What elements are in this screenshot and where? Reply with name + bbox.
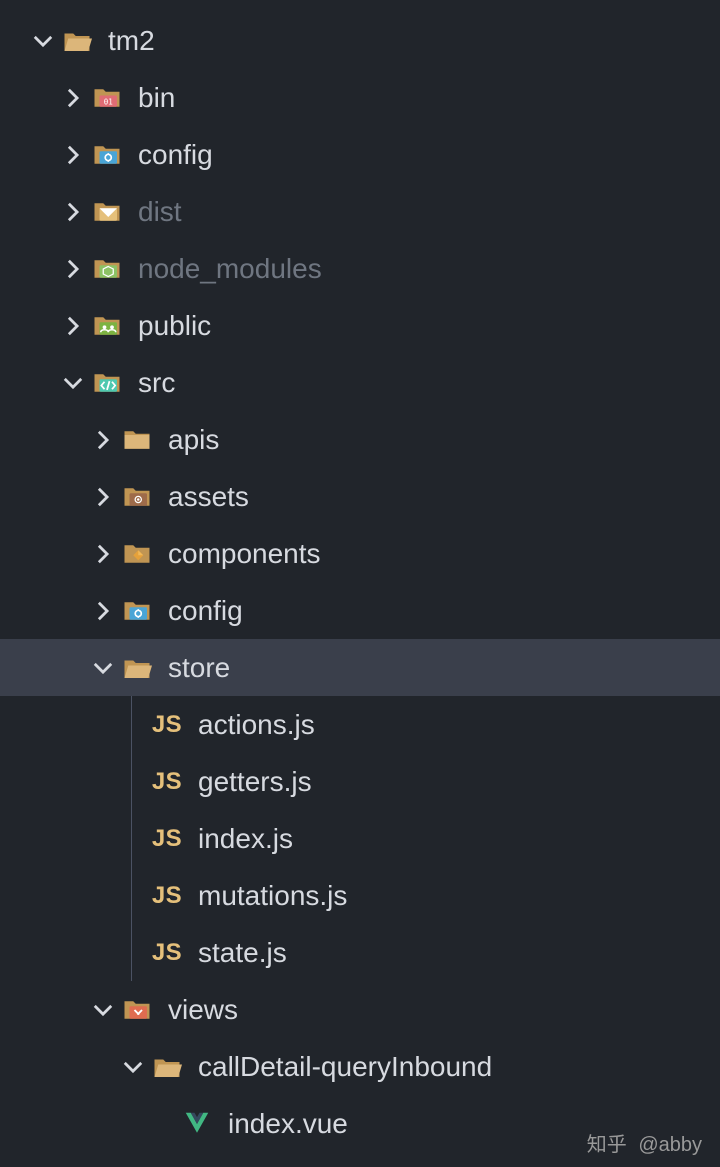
- chevron-right-icon: [60, 142, 86, 168]
- tree-item-config[interactable]: config: [0, 126, 720, 183]
- js-file-icon: JS: [152, 881, 182, 911]
- tree-item-public[interactable]: public: [0, 297, 720, 354]
- tree-item-label: index.js: [198, 823, 293, 855]
- tree-item-index-js[interactable]: JS index.js: [0, 810, 720, 867]
- folder-config-icon: [92, 140, 122, 170]
- chevron-right-icon: [60, 256, 86, 282]
- tree-item-label: config: [168, 595, 243, 627]
- tree-item-config[interactable]: config: [0, 582, 720, 639]
- tree-item-getters-js[interactable]: JS getters.js: [0, 753, 720, 810]
- chevron-right-icon: [90, 541, 116, 567]
- folder-open-icon: [62, 26, 92, 56]
- tree-item-label: mutations.js: [198, 880, 347, 912]
- tree-item-label: bin: [138, 82, 175, 114]
- file-tree: tm2 01 bin config dist node_modulespublic src a…: [0, 0, 720, 1152]
- tree-item-state-js[interactable]: JS state.js: [0, 924, 720, 981]
- tree-item-label: dist: [138, 196, 182, 228]
- js-file-icon: JS: [152, 938, 182, 968]
- folder-src-icon: [92, 368, 122, 398]
- tree-item-label: index.vue: [228, 1108, 348, 1140]
- tree-item-tm2[interactable]: tm2: [0, 12, 720, 69]
- tree-item-components[interactable]: components: [0, 525, 720, 582]
- chevron-right-icon: [90, 427, 116, 453]
- tree-item-label: config: [138, 139, 213, 171]
- tree-item-label: callDetail-queryInbound: [198, 1051, 492, 1083]
- tree-item-label: views: [168, 994, 238, 1026]
- chevron-down-icon: [60, 370, 86, 396]
- tree-item-label: components: [168, 538, 321, 570]
- chevron-down-icon: [120, 1054, 146, 1080]
- tree-item-src[interactable]: src: [0, 354, 720, 411]
- chevron-right-icon: [60, 199, 86, 225]
- folder-assets-icon: [122, 482, 152, 512]
- tree-item-label: actions.js: [198, 709, 315, 741]
- svg-text:01: 01: [104, 97, 113, 106]
- chevron-right-icon: [90, 598, 116, 624]
- tree-item-label: src: [138, 367, 175, 399]
- tree-item-views[interactable]: views: [0, 981, 720, 1038]
- tree-item-bin[interactable]: 01 bin: [0, 69, 720, 126]
- tree-item-apis[interactable]: apis: [0, 411, 720, 468]
- tree-item-label: node_modules: [138, 253, 322, 285]
- tree-item-label: store: [168, 652, 230, 684]
- js-file-icon: JS: [152, 824, 182, 854]
- tree-item-mutations-js[interactable]: JS mutations.js: [0, 867, 720, 924]
- tree-item-label: state.js: [198, 937, 287, 969]
- vue-file-icon: [182, 1109, 212, 1139]
- folder-views-icon: [122, 995, 152, 1025]
- chevron-down-icon: [90, 997, 116, 1023]
- tree-item-actions-js[interactable]: JS actions.js: [0, 696, 720, 753]
- folder-dist-icon: [92, 197, 122, 227]
- tree-item-label: apis: [168, 424, 219, 456]
- watermark: 知乎 @abby: [587, 1128, 702, 1157]
- tree-item-store[interactable]: store: [0, 639, 720, 696]
- tree-item-label: tm2: [108, 25, 155, 57]
- folder-node-icon: [92, 254, 122, 284]
- chevron-down-icon: [30, 28, 56, 54]
- js-file-icon: JS: [152, 767, 182, 797]
- chevron-right-icon: [60, 313, 86, 339]
- zhihu-icon: 知乎: [587, 1128, 627, 1157]
- chevron-down-icon: [90, 655, 116, 681]
- tree-item-label: public: [138, 310, 211, 342]
- folder-public-icon: [92, 311, 122, 341]
- chevron-right-icon: [90, 484, 116, 510]
- tree-item-dist[interactable]: dist: [0, 183, 720, 240]
- folder-components-icon: [122, 539, 152, 569]
- tree-item-label: getters.js: [198, 766, 312, 798]
- folder-binary-icon: 01: [92, 83, 122, 113]
- tree-item-calldetail-queryinbound[interactable]: callDetail-queryInbound: [0, 1038, 720, 1095]
- tree-item-label: assets: [168, 481, 249, 513]
- folder-open-icon: [122, 653, 152, 683]
- folder-generic-icon: [122, 425, 152, 455]
- js-file-icon: JS: [152, 710, 182, 740]
- folder-config-icon: [122, 596, 152, 626]
- tree-item-assets[interactable]: assets: [0, 468, 720, 525]
- tree-item-node-modules[interactable]: node_modules: [0, 240, 720, 297]
- folder-open-icon: [152, 1052, 182, 1082]
- chevron-right-icon: [60, 85, 86, 111]
